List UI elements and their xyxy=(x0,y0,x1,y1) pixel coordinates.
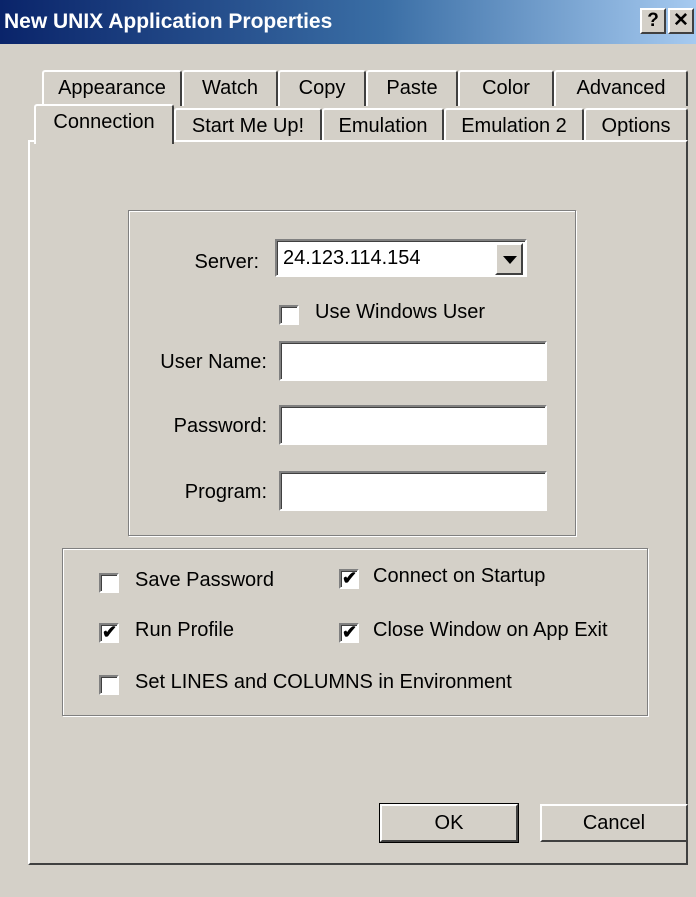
run-profile-label: Run Profile xyxy=(135,619,234,641)
server-combobox[interactable]: 24.123.114.154 xyxy=(275,239,527,277)
cancel-button[interactable]: Cancel xyxy=(540,804,688,842)
chevron-down-icon xyxy=(503,256,517,264)
set-lines-columns-checkbox[interactable] xyxy=(99,675,119,695)
program-input[interactable] xyxy=(279,471,547,511)
close-window-on-app-exit-label: Close Window on App Exit xyxy=(373,619,608,641)
run-profile-checkbox[interactable]: ✔ xyxy=(99,622,119,643)
connect-on-startup-label: Connect on Startup xyxy=(373,565,546,587)
tab-emulation[interactable]: Emulation xyxy=(322,108,444,144)
help-icon: ? xyxy=(647,10,659,31)
tab-copy[interactable]: Copy xyxy=(278,70,366,106)
connection-panel: Server: 24.123.114.154 Use Windows User … xyxy=(28,140,688,865)
tab-emulation-2[interactable]: Emulation 2 xyxy=(444,108,584,144)
tab-color[interactable]: Color xyxy=(458,70,554,106)
check-icon: ✔ xyxy=(102,622,118,642)
connection-groupbox: Server: 24.123.114.154 Use Windows User … xyxy=(128,210,576,536)
user-name-input[interactable] xyxy=(279,341,547,381)
window-title: New UNIX Application Properties xyxy=(4,10,333,33)
user-name-label: User Name: xyxy=(160,351,267,373)
save-password-checkbox[interactable] xyxy=(99,573,119,593)
close-button[interactable]: ✕ xyxy=(668,8,694,34)
ok-button[interactable]: OK xyxy=(379,803,519,843)
tab-appearance[interactable]: Appearance xyxy=(42,70,182,106)
server-value: 24.123.114.154 xyxy=(283,247,421,269)
save-password-label: Save Password xyxy=(135,569,274,591)
use-windows-user-checkbox[interactable] xyxy=(279,305,299,325)
server-label: Server: xyxy=(194,251,259,273)
password-input[interactable] xyxy=(279,405,547,445)
tab-watch[interactable]: Watch xyxy=(182,70,278,106)
close-window-on-app-exit-checkbox[interactable]: ✔ xyxy=(339,622,359,643)
connect-on-startup-checkbox[interactable]: ✔ xyxy=(339,568,359,589)
close-icon: ✕ xyxy=(673,10,689,31)
tab-paste[interactable]: Paste xyxy=(366,70,458,106)
set-lines-columns-label: Set LINES and COLUMNS in Environment xyxy=(135,671,512,693)
program-label: Program: xyxy=(184,481,267,503)
title-bar[interactable]: New UNIX Application Properties ? ✕ xyxy=(0,0,696,44)
options-groupbox: Save Password ✔ Connect on Startup ✔ Run… xyxy=(62,548,648,716)
tab-options[interactable]: Options xyxy=(584,108,688,144)
tab-advanced[interactable]: Advanced xyxy=(554,70,688,106)
check-icon: ✔ xyxy=(342,622,358,642)
check-icon: ✔ xyxy=(342,568,358,588)
password-label: Password: xyxy=(173,415,267,437)
server-dropdown-button[interactable] xyxy=(495,243,523,275)
properties-dialog: New UNIX Application Properties ? ✕ Appe… xyxy=(0,0,696,897)
help-button[interactable]: ? xyxy=(640,8,666,34)
tab-start-me-up[interactable]: Start Me Up! xyxy=(174,108,322,144)
use-windows-user-label: Use Windows User xyxy=(315,301,486,323)
tab-connection[interactable]: Connection xyxy=(34,104,174,144)
